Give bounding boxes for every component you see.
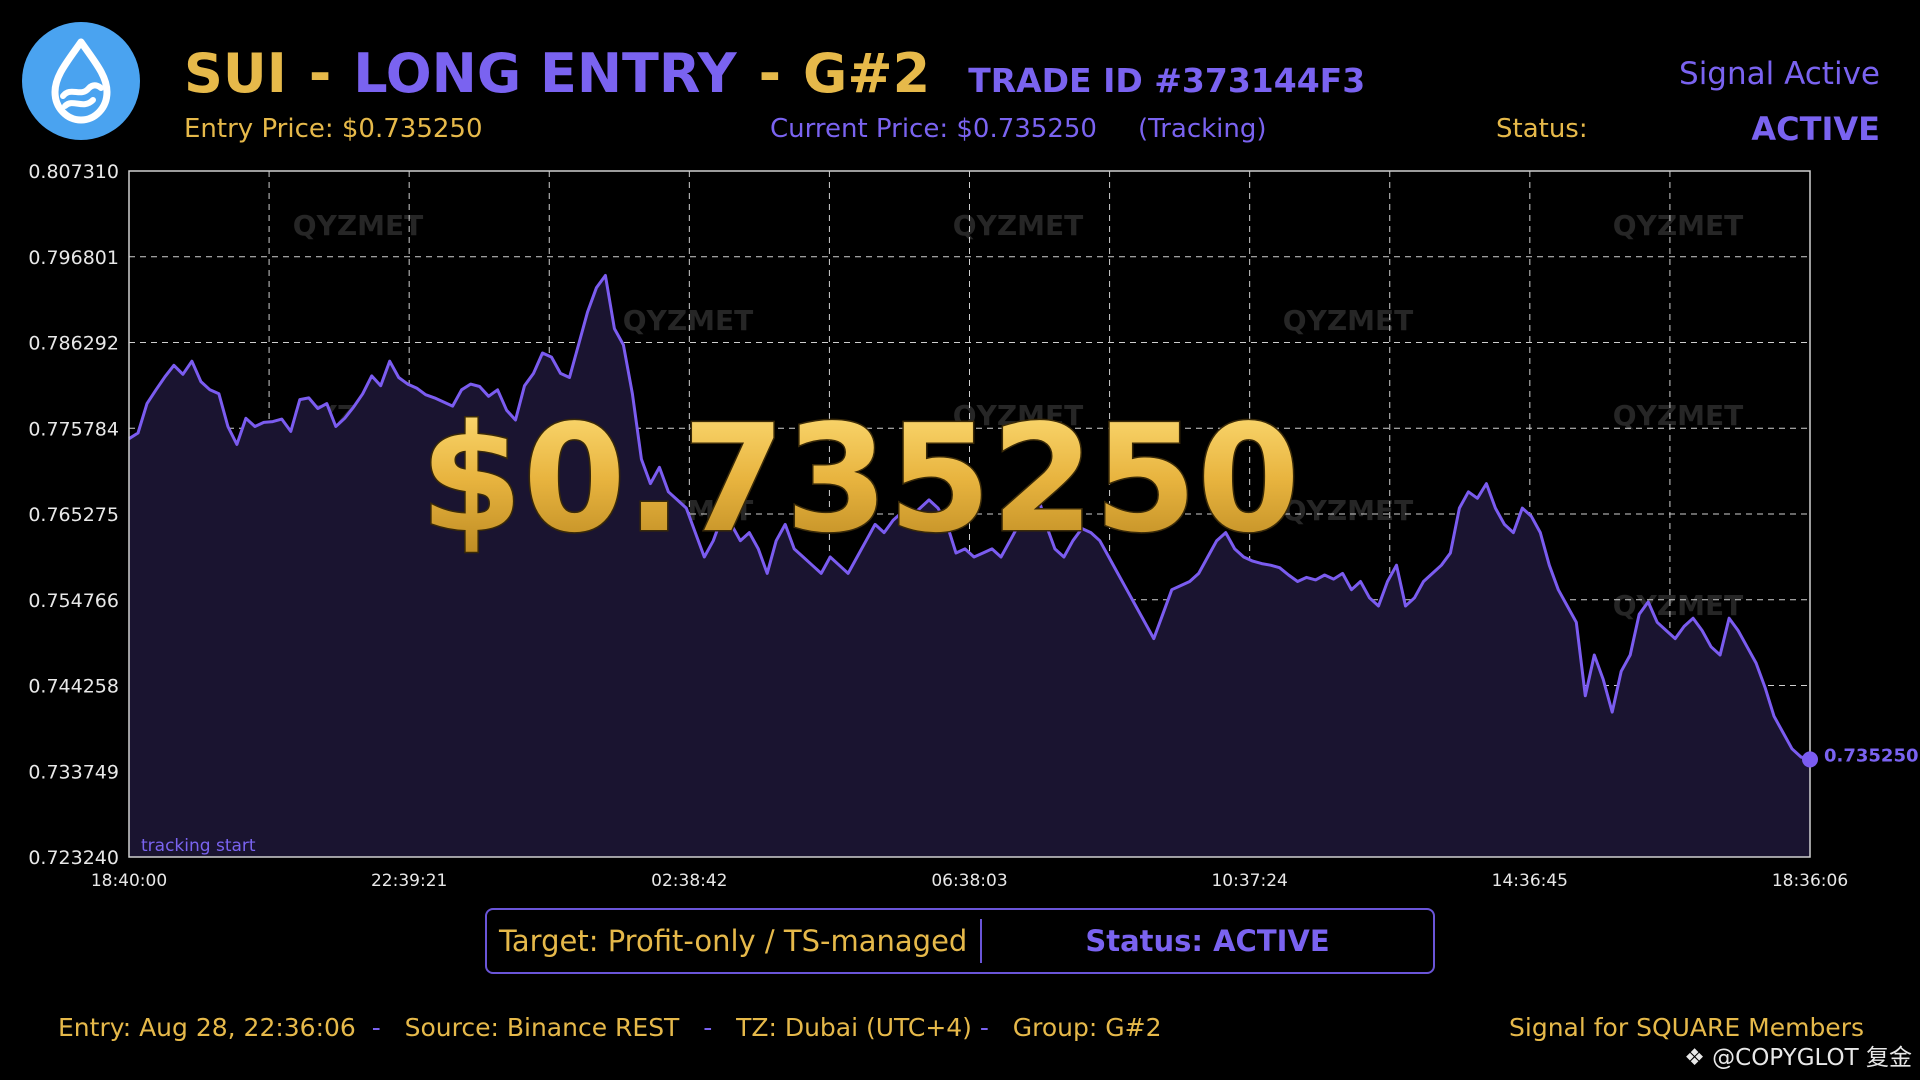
y-tick-label: 0.807310 (28, 161, 119, 183)
y-tick-label: 0.775784 (28, 418, 119, 440)
footer-separator: - (687, 1013, 729, 1042)
footer-separator: - (363, 1013, 397, 1042)
y-tick-label: 0.723240 (28, 847, 119, 869)
x-tick-label: 14:36:45 (1492, 871, 1568, 891)
x-tick-label: 02:38:42 (651, 871, 727, 891)
x-tick-label: 18:40:00 (91, 871, 167, 891)
watermark-text: QYZMET (1613, 209, 1743, 242)
last-price-label: 0.735250 (1824, 745, 1919, 766)
watermark-text: QYZMET (1613, 589, 1743, 622)
x-tick-label: 22:39:21 (371, 871, 447, 891)
x-tick-label: 10:37:24 (1211, 871, 1287, 891)
y-tick-label: 0.754766 (28, 590, 119, 612)
footer-group: Group: G#2 (1012, 1013, 1162, 1042)
x-axis-ticks: 18:40:00 22:39:21 02:38:42 06:38:03 10:37:24… (91, 871, 1848, 891)
copyglot-watermark: ❖ @COPYGLOT 复金 (1684, 1038, 1912, 1072)
watermark-text: QYZMET (293, 209, 423, 242)
footer-meta: Entry: Aug 28, 22:36:06 - Source: Binanc… (58, 1013, 1161, 1042)
box-status-text: Status: ACTIVE (1085, 924, 1330, 958)
y-tick-label: 0.744258 (28, 676, 119, 698)
footer-separator: - (979, 1013, 1005, 1042)
big-price: $0.735250 (420, 393, 1300, 565)
watermark-text: QYZMET (623, 304, 753, 337)
price-chart: QYZMET QYZMET QYZMET QYZMET QYZMET QYZMET QYZM… (28, 161, 1919, 891)
x-tick-label: 06:38:03 (931, 871, 1007, 891)
y-axis-ticks: 0.807310 0.796801 0.786292 0.775784 0.765275… (28, 161, 119, 869)
diamond-logo-icon: ❖ (1684, 1045, 1705, 1071)
footer-entry: Entry: Aug 28, 22:36:06 (58, 1013, 356, 1042)
watermark-text: QYZMET (1283, 304, 1413, 337)
watermark-text: QYZMET (953, 209, 1083, 242)
tracking-start-annotation: tracking start (141, 836, 256, 856)
y-tick-label: 0.733749 (28, 761, 119, 783)
y-tick-label: 0.765275 (28, 504, 119, 526)
footer-source: Source: Binance REST (404, 1013, 680, 1042)
watermark-text: QYZMET (1613, 399, 1743, 432)
target-status-box: Target: Profit-only / TS-managed Status:… (485, 908, 1435, 974)
footer-timezone: TZ: Dubai (UTC+4) (736, 1013, 972, 1042)
target-text: Target: Profit-only / TS-managed (487, 919, 982, 963)
y-tick-label: 0.786292 (28, 333, 119, 355)
copyglot-text: @COPYGLOT 复金 (1712, 1045, 1912, 1071)
y-tick-label: 0.796801 (28, 247, 119, 269)
last-price-dot (1802, 751, 1818, 768)
x-tick-label: 18:36:06 (1772, 871, 1848, 891)
watermark-text: QYZMET (1283, 494, 1413, 527)
